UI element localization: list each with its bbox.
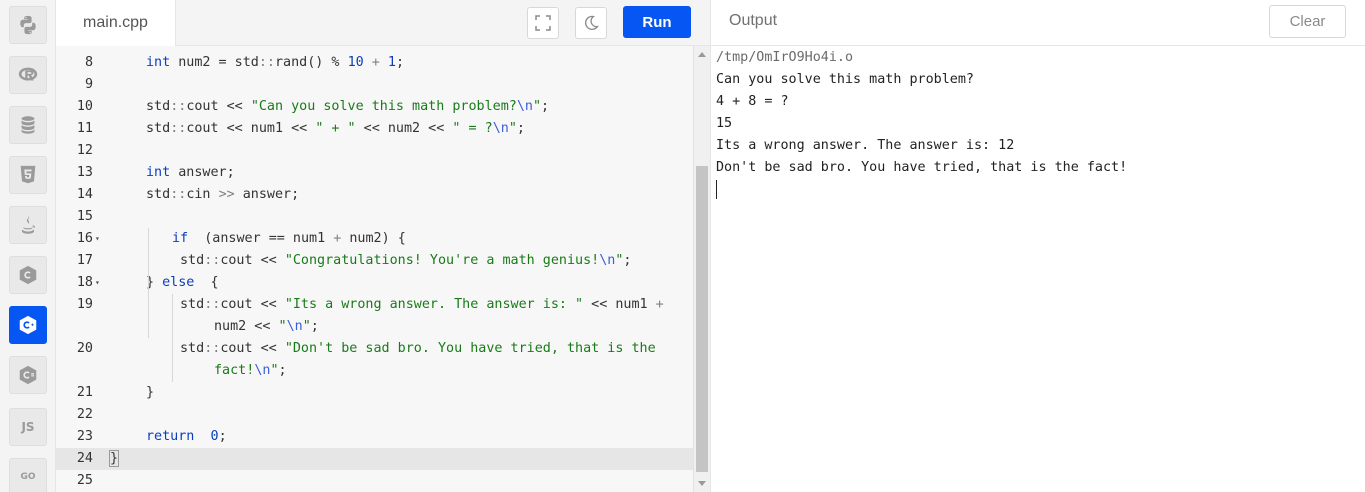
scrollbar-thumb[interactable] [696,166,708,472]
code-text: std::cout << num1 << " + " << num2 << " … [146,121,525,136]
code-text: std::cout << "Don't be sad bro. You have… [180,341,656,356]
code-line[interactable]: 12 [56,140,693,162]
code-line[interactable]: 25 [56,470,693,492]
line-number: 11 [76,121,93,136]
line-number: 13 [76,165,93,180]
go-label: GO [20,472,36,482]
output-path: /tmp/OmIrO9Ho4i.o [716,50,854,65]
html5-icon[interactable] [9,156,47,194]
output-caret [716,180,717,199]
line-number: 25 [76,473,93,488]
line-number: 17 [76,253,93,268]
indent-guide [148,228,149,338]
code-line[interactable]: 8 int num2 = std::rand() % 10 + 1; [56,52,693,74]
line-number: 21 [76,385,93,400]
code-line[interactable]: 22 [56,404,693,426]
code-text: std::cin >> answer; [146,187,300,202]
code-text: std::cout << "Can you solve this math pr… [146,99,550,114]
output-header: Output Clear [710,0,1365,46]
code-text: num2 << "\n"; [214,319,319,334]
fullscreen-button[interactable] [527,7,559,39]
code-text: std::cout << "Congratulations! You're a … [180,253,632,268]
line-number: 8 [84,55,93,70]
code-text: int num2 = std::rand() % 10 + 1; [146,55,404,70]
moon-icon [584,15,599,30]
r-icon[interactable] [9,56,47,94]
code-editor[interactable]: 8 int num2 = std::rand() % 10 + 1; 9 10 std:… [56,46,710,492]
code-line[interactable]: 13 int answer; [56,162,693,184]
line-number: 20 [76,341,93,356]
code-text: if (answer == num1 + num2) { [172,231,406,246]
code-text: int answer; [146,165,235,180]
code-text: std::cout << "Its a wrong answer. The an… [180,297,664,312]
go-icon[interactable]: GO [9,458,47,492]
code-line[interactable]: 24} [56,448,693,470]
output-line: 4 + 8 = ? [716,94,789,109]
line-number: 16 [76,231,93,246]
python-icon[interactable] [9,6,47,44]
fullscreen-icon [535,15,551,31]
js-label: JS [21,420,35,434]
code-line[interactable]: 18 ▾ } else { [56,272,693,294]
line-number: 24 [76,451,93,466]
code-text: } else { [146,275,219,290]
code-line[interactable]: 10 std::cout << "Can you solve this math … [56,96,693,118]
line-number: 19 [76,297,93,312]
editor-scrollbar[interactable] [693,46,710,492]
line-number: 18 [76,275,93,290]
code-text: return 0; [146,429,227,444]
code-line[interactable]: 20 std::cout << "Don't be sad bro. You ha… [56,338,693,360]
cpp-icon[interactable] [9,306,47,344]
output-line: Don't be sad bro. You have tried, that i… [716,160,1128,175]
code-line[interactable]: 17 std::cout << "Congratulations! You're … [56,250,693,272]
indent-guide [172,294,173,338]
code-line[interactable]: 9 [56,74,693,96]
theme-toggle-button[interactable] [575,7,607,39]
scroll-up-icon[interactable] [698,52,706,57]
code-text: } [108,450,120,467]
code-text: } [146,385,155,400]
code-line[interactable]: fact!\n"; [56,360,693,382]
code-line[interactable]: 23 return 0; [56,426,693,448]
code-line[interactable]: 11 std::cout << num1 << " + " << num2 << … [56,118,693,140]
run-button[interactable]: Run [623,6,691,38]
csharp-icon[interactable] [9,356,47,394]
indent-guide [172,338,173,382]
fold-arrow-icon[interactable]: ▾ [95,228,100,250]
output-line: Its a wrong answer. The answer is: 12 [716,138,1015,153]
line-number: 15 [76,209,93,224]
output-console[interactable]: /tmp/OmIrO9Ho4i.o Can you solve this math… [710,46,1365,492]
code-line[interactable]: num2 << "\n"; [56,316,693,338]
editor-toolbar: main.cpp Run [56,0,710,46]
code-line[interactable]: 15 [56,206,693,228]
file-tab[interactable]: main.cpp [56,0,176,46]
line-number: 22 [76,407,93,422]
clear-button[interactable]: Clear [1269,5,1346,38]
scroll-down-icon[interactable] [698,481,706,486]
file-name: main.cpp [83,14,148,31]
code-text: fact!\n"; [214,363,287,378]
line-number: 9 [84,77,93,92]
line-number: 12 [76,143,93,158]
output-line: 15 [716,116,733,131]
code-line[interactable]: 19 std::cout << "Its a wrong answer. The … [56,294,693,316]
database-icon[interactable] [9,106,47,144]
java-icon[interactable] [9,206,47,244]
line-number: 14 [76,187,93,202]
output-line: Can you solve this math problem? [716,72,974,87]
code-line[interactable]: 14 std::cin >> answer; [56,184,693,206]
fold-arrow-icon[interactable]: ▾ [95,272,100,294]
line-number: 10 [76,99,93,114]
c-icon[interactable] [9,256,47,294]
code-line[interactable]: 16 ▾ if (answer == num1 + num2) { [56,228,693,250]
language-sidebar: JS GO [0,0,56,492]
javascript-icon[interactable]: JS [9,408,47,446]
line-number: 23 [76,429,93,444]
code-line[interactable]: 21} [56,382,693,404]
output-title: Output [729,12,778,29]
